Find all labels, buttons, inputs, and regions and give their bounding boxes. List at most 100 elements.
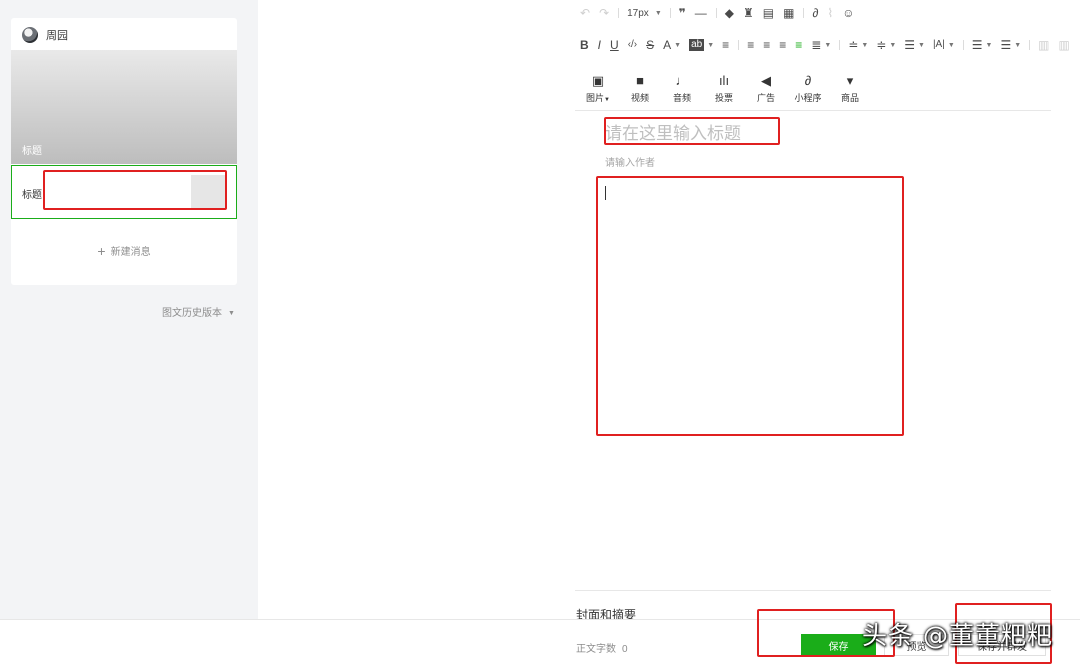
indent-icon[interactable]: ≡ — [722, 37, 729, 53]
toolbar-divider — [669, 8, 671, 18]
media-label: 投票 — [714, 93, 733, 103]
chevron-down-icon: ▼ — [604, 97, 610, 103]
strikethrough-icon[interactable]: S — [646, 37, 654, 53]
media-label: 小程序 — [794, 93, 822, 103]
float-left-icon[interactable]: ▥ — [1038, 37, 1049, 53]
background-color-icon[interactable]: ab — [689, 39, 705, 51]
media-label: 视频 — [630, 93, 649, 103]
word-count-label: 正文字数 — [576, 644, 616, 655]
media-item-audio[interactable]: ♩ 音频 — [661, 73, 703, 104]
toolbar-row-1: ↶ ↷ 17px ▼ ❞ — ◆ ♜ ▤ ▦ ∂ ⌇ ☺ — [580, 5, 864, 21]
toolbar-divider — [715, 8, 717, 18]
media-item-product[interactable]: ▾ 商品 — [829, 73, 871, 104]
chevron-down-icon: ▼ — [674, 41, 682, 49]
unlink-icon[interactable]: ⌇ — [827, 5, 833, 21]
sub-article-card[interactable]: 标题 — [11, 165, 237, 219]
article-body-editor[interactable] — [598, 178, 902, 434]
chevron-down-icon: ▼ — [861, 41, 869, 49]
letter-spacing-icon[interactable]: |A| — [933, 37, 945, 53]
media-label: 图片 — [586, 93, 605, 103]
align-justify-icon[interactable]: ≡ — [795, 37, 802, 53]
italic-icon[interactable]: I — [598, 37, 601, 53]
code-icon[interactable]: ‹/› — [628, 37, 637, 53]
caret-down-icon: ▼ — [228, 310, 235, 317]
article-list: 周园 标题 标题 + 新建消息 — [11, 18, 237, 285]
line-height-icon[interactable]: ☰ — [904, 37, 915, 53]
media-item-image[interactable]: ▣ 图片▼ — [577, 73, 619, 104]
history-label: 图文历史版本 — [162, 308, 222, 319]
unordered-list-icon[interactable]: ☰ — [1000, 37, 1011, 53]
word-count-value: 0 — [622, 644, 628, 655]
chevron-down-icon: ▼ — [824, 41, 832, 49]
float-right-icon[interactable]: ▥ — [1059, 37, 1070, 53]
media-item-ad[interactable]: ◀ 广告 — [745, 73, 787, 104]
new-message-button[interactable]: + 新建消息 — [11, 243, 237, 259]
toolbar-divider — [1029, 40, 1031, 50]
history-version-dropdown[interactable]: 图文历史版本 ▼ — [162, 304, 235, 319]
save-and-publish-button[interactable]: 保存并群发 — [958, 634, 1046, 656]
chevron-down-icon: ▼ — [889, 41, 897, 49]
megaphone-icon: ◀ — [761, 73, 771, 88]
toolbar-divider-line — [575, 110, 1051, 111]
chevron-down-icon: ▼ — [947, 41, 955, 49]
media-item-poll[interactable]: ılı 投票 — [703, 73, 745, 104]
media-label: 音频 — [672, 93, 691, 103]
ordered-list-icon[interactable]: ☰ — [972, 37, 983, 53]
bottom-action-bar: 正文字数 0 保存 预览 保存并群发 — [0, 619, 1080, 666]
sidebar: 周园 标题 标题 + 新建消息 图文历史版本 ▼ — [0, 0, 258, 666]
poll-icon: ılı — [718, 73, 730, 88]
sub-article-title: 标题 — [22, 190, 42, 201]
main-article-title: 标题 — [22, 146, 42, 157]
import-document-icon[interactable]: ▤ — [763, 5, 774, 21]
image-icon: ▣ — [591, 73, 605, 88]
align-more-icon[interactable]: ≣ — [811, 37, 821, 53]
eraser-icon[interactable]: ◆ — [725, 5, 734, 21]
template-icon[interactable]: ▦ — [783, 5, 794, 21]
avatar — [22, 27, 38, 43]
chevron-down-icon: ▼ — [1014, 41, 1022, 49]
media-item-video[interactable]: ■ 视频 — [619, 73, 661, 104]
font-size-select[interactable]: 17px — [627, 8, 649, 19]
undo-icon[interactable]: ↶ — [580, 5, 590, 21]
main-article-card[interactable]: 标题 — [11, 50, 237, 164]
video-icon: ■ — [636, 73, 644, 88]
toolbar-divider — [803, 8, 805, 18]
toolbar-divider — [738, 40, 740, 50]
chevron-down-icon: ▼ — [918, 41, 925, 49]
horizontal-rule-icon[interactable]: — — [695, 5, 707, 21]
new-message-label: 新建消息 — [110, 247, 151, 258]
align-right-icon[interactable]: ≡ — [779, 37, 786, 53]
format-brush-icon[interactable]: ♜ — [743, 5, 754, 21]
toolbar-divider — [618, 8, 620, 18]
media-label: 广告 — [756, 93, 775, 103]
toolbar-divider — [962, 40, 964, 50]
spacing-before-icon[interactable]: ≐ — [848, 37, 858, 53]
save-button[interactable]: 保存 — [801, 634, 876, 656]
toolbar-row-2: B I U ‹/› S A ▼ ab ▼ ≡ ≡ ≡ ≡ ≡ ≣ ▼ ≐ ▼ ≑… — [580, 37, 1079, 53]
spacing-after-icon[interactable]: ≑ — [876, 37, 886, 53]
sub-article-thumbnail — [191, 175, 225, 209]
author-input[interactable] — [605, 156, 785, 170]
mini-program-icon: ∂ — [804, 73, 812, 88]
account-header: 周园 — [22, 27, 68, 43]
media-item-mini-program[interactable]: ∂ 小程序 — [787, 73, 829, 104]
app-root: 周园 标题 标题 + 新建消息 图文历史版本 ▼ ↶ ↷ 17px ▼ ❞ — ◆ — [0, 0, 1080, 666]
media-label: 商品 — [840, 93, 859, 103]
redo-icon[interactable]: ↷ — [599, 5, 609, 21]
align-left-icon[interactable]: ≡ — [747, 37, 754, 53]
underline-icon[interactable]: U — [610, 37, 619, 53]
media-toolbar: ▣ 图片▼ ■ 视频 ♩ 音频 ılı 投票 ◀ 广告 ∂ 小程序 ▾ 商品 — [577, 73, 871, 104]
word-count: 正文字数 0 — [576, 640, 628, 655]
cover-divider-line — [575, 590, 1051, 591]
font-color-icon[interactable]: A — [663, 37, 671, 53]
chevron-down-icon: ▼ — [707, 41, 715, 49]
preview-button[interactable]: 预览 — [884, 634, 949, 656]
bold-icon[interactable]: B — [580, 37, 589, 53]
article-title-input[interactable] — [605, 123, 779, 145]
align-center-icon[interactable]: ≡ — [763, 37, 770, 53]
chevron-down-icon: ▼ — [654, 9, 662, 17]
link-icon[interactable]: ∂ — [812, 5, 818, 21]
quote-icon[interactable]: ❞ — [679, 5, 686, 21]
emoji-icon[interactable]: ☺ — [842, 5, 854, 21]
chevron-down-icon: ▼ — [985, 41, 993, 49]
